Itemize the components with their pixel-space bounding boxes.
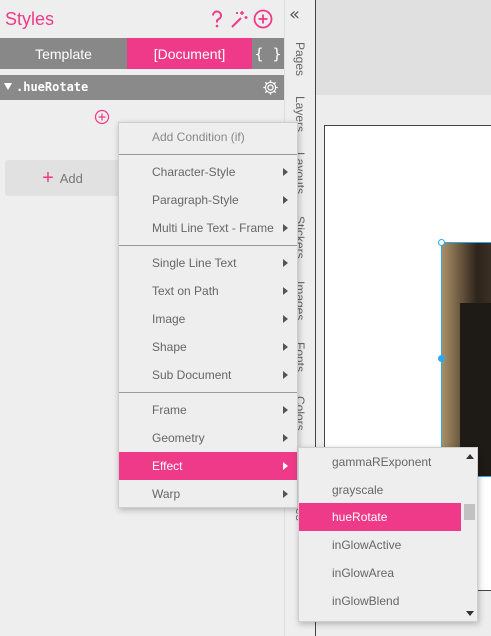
menu-item-label: Text on Path — [152, 284, 219, 298]
submenu-arrow-icon — [283, 371, 288, 379]
tab-row: Template [Document] { } — [0, 38, 284, 69]
scroll-up-icon[interactable] — [466, 454, 474, 459]
menu-item-label: Multi Line Text - Frame — [152, 221, 274, 235]
menu-item-label: Character-Style — [152, 165, 236, 179]
menu-item-shape[interactable]: Shape — [119, 333, 297, 361]
submenu-item-grayscale[interactable]: grayscale — [299, 476, 461, 504]
menu-item-warp[interactable]: Warp — [119, 480, 297, 508]
style-entry-row[interactable]: .hueRotate — [0, 75, 284, 100]
menu-item-label: Paragraph-Style — [152, 193, 239, 207]
menu-item-label: Effect — [152, 459, 183, 473]
add-condition-icon[interactable] — [94, 109, 110, 125]
submenu-arrow-icon — [283, 343, 288, 351]
menu-item-add-condition[interactable]: Add Condition (if) — [119, 123, 297, 151]
add-button[interactable]: + Add — [5, 160, 120, 196]
resize-handle-left[interactable] — [438, 355, 445, 362]
menu-item-label: Sub Document — [152, 368, 232, 382]
canvas-top-band — [316, 0, 491, 95]
menu-item-label: Image — [152, 312, 186, 326]
context-menu: Add Condition (if) Character-Style Parag… — [118, 122, 298, 508]
submenu-item-gammarexponent[interactable]: gammaRExponent — [299, 448, 461, 476]
menu-separator — [119, 154, 297, 155]
submenu-item-inglowarea[interactable]: inGlowArea — [299, 559, 461, 587]
code-view-button[interactable]: { } — [252, 38, 284, 69]
menu-separator — [119, 245, 297, 246]
tab-document[interactable]: [Document] — [127, 38, 252, 69]
add-circle-icon[interactable] — [253, 9, 273, 29]
tab-template[interactable]: Template — [0, 38, 127, 69]
resize-handle-top-left[interactable] — [438, 239, 445, 246]
menu-item-label: Warp — [152, 487, 181, 501]
menu-item-effect[interactable]: Effect — [119, 452, 297, 480]
menu-item-label: Single Line Text — [152, 256, 237, 270]
submenu-item-huerotate[interactable]: hueRotate — [299, 503, 461, 531]
plus-icon: + — [42, 167, 54, 189]
scrollbar-thumb[interactable] — [464, 504, 475, 520]
submenu-scrollbar[interactable] — [462, 448, 477, 621]
collapse-caret-icon[interactable] — [4, 83, 12, 90]
submenu-arrow-icon — [283, 259, 288, 267]
menu-item-geometry[interactable]: Geometry — [119, 424, 297, 452]
menu-item-paragraph-style[interactable]: Paragraph-Style — [119, 186, 297, 214]
add-button-label: Add — [59, 170, 83, 186]
menu-item-sub-document[interactable]: Sub Document — [119, 361, 297, 389]
effect-submenu: gammaRExponent grayscale hueRotate inGlo… — [298, 447, 478, 622]
menu-item-label: Geometry — [152, 431, 205, 445]
submenu-arrow-icon — [283, 406, 288, 414]
submenu-arrow-icon — [283, 224, 288, 232]
submenu-arrow-icon — [283, 315, 288, 323]
panel-header: Styles — [0, 0, 284, 38]
submenu-arrow-icon — [283, 168, 288, 176]
menu-item-text-on-path[interactable]: Text on Path — [119, 277, 297, 305]
menu-separator — [119, 392, 297, 393]
menu-item-single-line-text[interactable]: Single Line Text — [119, 249, 297, 277]
panel-title: Styles — [5, 9, 55, 29]
scroll-down-icon[interactable] — [466, 611, 474, 616]
submenu-item-inglowblend[interactable]: inGlowBlend — [299, 587, 461, 615]
menu-item-multi-line-text-frame[interactable]: Multi Line Text - Frame — [119, 214, 297, 242]
menu-item-character-style[interactable]: Character-Style — [119, 158, 297, 186]
menu-item-frame[interactable]: Frame — [119, 396, 297, 424]
submenu-arrow-icon — [283, 196, 288, 204]
style-entry-name: .hueRotate — [16, 80, 89, 94]
menu-item-image[interactable]: Image — [119, 305, 297, 333]
submenu-arrow-icon — [283, 462, 288, 470]
submenu-arrow-icon — [283, 287, 288, 295]
submenu-arrow-icon — [283, 434, 288, 442]
magic-wand-icon[interactable] — [229, 9, 249, 29]
menu-item-label: Frame — [152, 403, 187, 417]
selection-box — [441, 242, 491, 477]
vtab-pages[interactable]: Pages — [293, 42, 307, 76]
submenu-arrow-icon — [283, 490, 288, 498]
collapse-panel-icon[interactable]: « — [289, 4, 300, 25]
help-icon[interactable] — [207, 9, 227, 29]
menu-item-label: Shape — [152, 340, 187, 354]
submenu-item-inglowactive[interactable]: inGlowActive — [299, 531, 461, 559]
gear-icon[interactable] — [262, 79, 279, 96]
